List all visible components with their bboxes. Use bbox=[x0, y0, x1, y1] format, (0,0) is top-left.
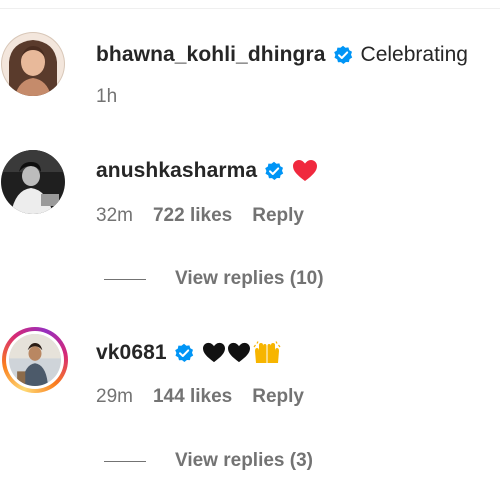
view-replies-button[interactable]: View replies (10) bbox=[104, 268, 324, 290]
avatar[interactable] bbox=[1, 32, 65, 96]
story-ring bbox=[6, 331, 64, 389]
raising-hands-icon bbox=[253, 341, 281, 365]
comment-username[interactable]: anushkasharma bbox=[96, 159, 257, 183]
comment-username[interactable]: vk0681 bbox=[96, 341, 167, 365]
comment-text: Celebrating bbox=[360, 43, 468, 66]
black-heart-icon bbox=[227, 342, 251, 364]
view-replies-button[interactable]: View replies (3) bbox=[104, 450, 313, 472]
comment-timestamp: 29m bbox=[96, 386, 133, 407]
likes-count[interactable]: 722 likes bbox=[153, 205, 232, 227]
likes-count[interactable]: 144 likes bbox=[153, 386, 232, 408]
verified-badge-icon bbox=[264, 161, 284, 181]
verified-badge-icon bbox=[333, 45, 353, 65]
view-replies-label: View replies (10) bbox=[175, 268, 324, 289]
avatar-image bbox=[1, 150, 65, 214]
view-replies-label: View replies (3) bbox=[175, 450, 313, 471]
replies-divider bbox=[104, 460, 146, 462]
top-divider bbox=[0, 8, 500, 9]
avatar-image bbox=[9, 334, 61, 386]
avatar-image bbox=[1, 32, 65, 96]
comment-timestamp: 1h bbox=[96, 86, 118, 107]
black-heart-icon bbox=[202, 342, 226, 364]
red-heart-icon bbox=[292, 159, 318, 183]
avatar[interactable] bbox=[2, 327, 68, 393]
avatar[interactable] bbox=[1, 150, 65, 214]
replies-divider bbox=[104, 278, 146, 280]
comment-username[interactable]: bhawna_kohli_dhingra bbox=[96, 43, 326, 67]
reply-button[interactable]: Reply bbox=[252, 205, 304, 227]
verified-badge-icon bbox=[174, 343, 194, 363]
reply-button[interactable]: Reply bbox=[252, 386, 304, 408]
comment-timestamp: 32m bbox=[96, 205, 133, 226]
